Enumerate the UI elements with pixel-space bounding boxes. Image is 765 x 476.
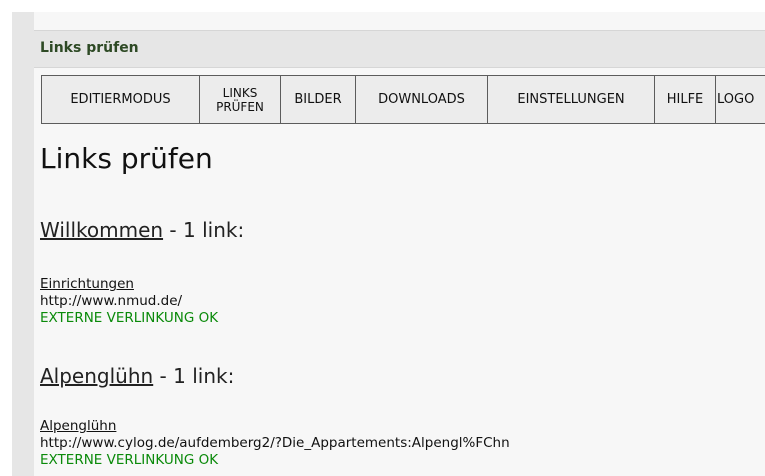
toolbar-button-label-line1: LINKS xyxy=(222,85,258,100)
link-entry-url: http://www.nmud.de/ xyxy=(40,293,183,309)
toolbar-button-label: EINSTELLUNGEN xyxy=(517,92,625,107)
toolbar-button-label: HILFE xyxy=(666,92,704,107)
toolbar-button-downloads[interactable]: DOWNLOADS xyxy=(356,76,488,123)
main-panel: Links prüfen EDITIERMODUS LINKS PRÜFEN B… xyxy=(34,12,765,476)
toolbar: EDITIERMODUS LINKS PRÜFEN BILDER DOWNLOA… xyxy=(41,75,765,124)
link-entry: Einrichtungen http://www.nmud.de/ EXTERN… xyxy=(40,276,218,327)
panel-header: Links prüfen xyxy=(34,30,765,68)
toolbar-button-label: LOGO xyxy=(717,92,755,107)
toolbar-button-logo[interactable]: LOGO xyxy=(716,76,765,123)
toolbar-button-label: BILDER xyxy=(294,92,342,107)
toolbar-button-hilfe[interactable]: HILFE xyxy=(655,76,716,123)
link-entry: Alpenglühn http://www.cylog.de/aufdember… xyxy=(40,418,510,469)
section-count: - 1 link: xyxy=(153,364,235,388)
toolbar-button-editiermodus[interactable]: EDITIERMODUS xyxy=(42,76,200,123)
window-top-edge xyxy=(0,0,765,12)
link-entry-status: EXTERNE VERLINKUNG OK xyxy=(40,310,219,326)
toolbar-button-label-line2: PRÜFEN xyxy=(216,99,264,114)
section-title-alpengluehn: Alpenglühn - 1 link: xyxy=(40,364,234,388)
section-page-link[interactable]: Willkommen xyxy=(40,218,163,242)
panel-title: Links prüfen xyxy=(40,40,139,56)
toolbar-button-label: LINKS PRÜFEN xyxy=(216,86,264,114)
section-count: - 1 link: xyxy=(163,218,245,242)
section-title-willkommen: Willkommen - 1 link: xyxy=(40,218,244,242)
toolbar-button-einstellungen[interactable]: EINSTELLUNGEN xyxy=(488,76,655,123)
page-title: Links prüfen xyxy=(40,142,213,175)
window-left-edge xyxy=(0,0,12,476)
link-entry-url: http://www.cylog.de/aufdemberg2/?Die_App… xyxy=(40,435,510,451)
section-page-link[interactable]: Alpenglühn xyxy=(40,364,153,388)
link-entry-text[interactable]: Einrichtungen xyxy=(40,276,218,293)
left-gutter xyxy=(12,12,34,476)
link-entry-status: EXTERNE VERLINKUNG OK xyxy=(40,452,219,468)
toolbar-button-links-pruefen[interactable]: LINKS PRÜFEN xyxy=(200,76,281,123)
toolbar-button-label: EDITIERMODUS xyxy=(70,92,171,107)
link-entry-text[interactable]: Alpenglühn xyxy=(40,418,510,435)
toolbar-button-bilder[interactable]: BILDER xyxy=(281,76,356,123)
toolbar-button-label: DOWNLOADS xyxy=(378,92,465,107)
